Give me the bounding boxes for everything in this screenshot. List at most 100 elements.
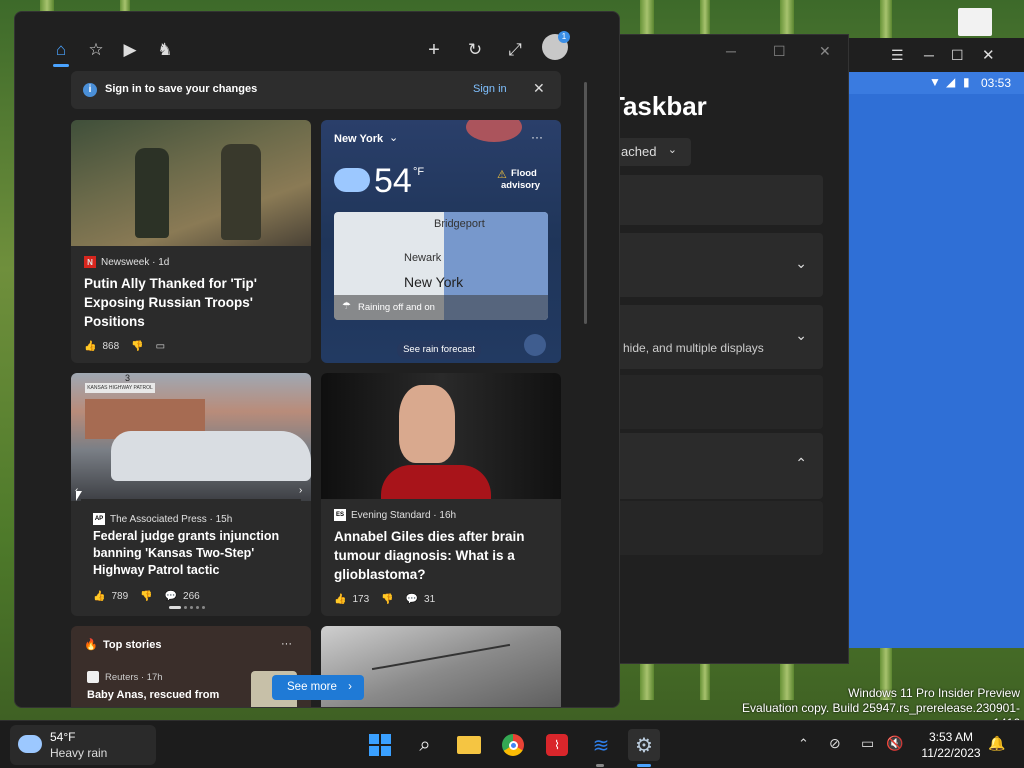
source-label: Reuters · 17h bbox=[105, 672, 163, 683]
newsweek-logo: N bbox=[84, 256, 96, 268]
rain-map[interactable]: Bridgeport Newark New York ☂ Raining off… bbox=[334, 212, 548, 320]
chess-icon[interactable]: ♞ bbox=[151, 36, 179, 64]
refresh-icon[interactable]: ↻ bbox=[461, 36, 489, 64]
more-icon[interactable]: ··· bbox=[531, 130, 543, 144]
add-icon[interactable]: + bbox=[420, 36, 448, 64]
weather-location[interactable]: New York bbox=[334, 133, 383, 145]
carousel-dot[interactable] bbox=[190, 606, 193, 609]
chevron-down-icon: ⌄ bbox=[389, 132, 399, 144]
alert-line[interactable]: Flood bbox=[511, 168, 537, 179]
dislike-icon[interactable]: 👎 bbox=[131, 341, 143, 352]
home-icon[interactable]: ⌂ bbox=[47, 36, 75, 64]
carousel-dot[interactable] bbox=[184, 606, 187, 609]
weather-card[interactable]: New York ⌄ ··· 54 °F ⚠ Flood advisory Br… bbox=[321, 120, 561, 363]
news-card[interactable]: N Newsweek · 1d Putin Ally Thanked for '… bbox=[71, 120, 311, 363]
like-icon[interactable]: 👍 bbox=[84, 341, 96, 352]
source-label: Newsweek · 1d bbox=[101, 256, 170, 268]
desktop-file-icon[interactable] bbox=[958, 8, 992, 36]
news-headline[interactable]: Annabel Giles dies after brain tumour di… bbox=[334, 527, 550, 584]
search-icon[interactable]: ⌕ bbox=[409, 729, 441, 761]
comment-icon[interactable]: 💬 bbox=[406, 594, 418, 605]
like-count: 173 bbox=[352, 594, 370, 605]
rain-cloud-icon bbox=[18, 735, 42, 753]
settings-gear-icon[interactable]: ⚙ bbox=[628, 729, 660, 761]
like-icon[interactable]: 👍 bbox=[334, 594, 346, 605]
chevron-up-icon[interactable]: ⌃ bbox=[798, 736, 809, 752]
star-icon[interactable]: ☆ bbox=[82, 36, 110, 64]
chevron-down-icon: ⌄ bbox=[795, 327, 807, 343]
chevron-up-icon: ⌃ bbox=[795, 455, 807, 471]
settings-card[interactable] bbox=[601, 501, 823, 555]
watermark-line: Windows 11 Pro Insider Preview bbox=[848, 686, 1020, 700]
image-detail bbox=[371, 643, 511, 671]
carousel-dot[interactable] bbox=[196, 606, 199, 609]
chevron-down-icon: ⌄ bbox=[667, 144, 677, 156]
scrollbar[interactable] bbox=[584, 82, 587, 324]
carousel-dot-active[interactable] bbox=[169, 606, 181, 609]
like-icon[interactable]: 👍 bbox=[93, 591, 105, 602]
maximize-icon[interactable]: ☐ bbox=[951, 47, 964, 64]
news-image bbox=[71, 120, 311, 246]
see-more-button[interactable]: See more › bbox=[272, 675, 364, 700]
maximize-icon[interactable]: ☐ bbox=[773, 43, 786, 60]
carousel-next-icon[interactable]: › bbox=[299, 485, 302, 496]
running-indicator bbox=[596, 764, 604, 767]
news-headline[interactable]: Federal judge grants injunction banning … bbox=[93, 528, 293, 579]
settings-card[interactable]: ⌃ bbox=[601, 433, 823, 499]
clock-time: 3:53 AM bbox=[928, 730, 974, 744]
evening-standard-logo: ES bbox=[334, 509, 346, 521]
rain-forecast-button[interactable]: See rain forecast bbox=[397, 341, 481, 359]
info-icon: i bbox=[83, 83, 97, 97]
notification-bell-icon[interactable]: 🔔 bbox=[988, 735, 1005, 752]
alert-line[interactable]: advisory bbox=[501, 180, 540, 191]
carousel-dots[interactable] bbox=[169, 606, 205, 609]
signal-icon: ◢ bbox=[946, 75, 956, 89]
news-source: AP The Associated Press · 15h bbox=[93, 513, 232, 525]
minimize-icon[interactable]: ─ bbox=[726, 43, 736, 59]
comments-off-icon[interactable]: ▭ bbox=[156, 341, 165, 352]
dislike-icon[interactable]: 👎 bbox=[140, 591, 152, 602]
play-icon[interactable]: ▶ bbox=[116, 36, 144, 64]
file-explorer-icon[interactable] bbox=[453, 729, 485, 761]
minimize-icon[interactable]: ─ bbox=[924, 47, 934, 63]
network-off-icon[interactable]: ⊘ bbox=[829, 735, 841, 752]
portrait-face bbox=[399, 385, 455, 463]
volume-muted-icon[interactable]: 🔇 bbox=[886, 735, 903, 752]
menu-icon[interactable]: ☰ bbox=[891, 47, 904, 64]
chrome-icon[interactable] bbox=[497, 729, 529, 761]
multi-display-card[interactable]: hide, and multiple displays ⌄ bbox=[601, 305, 823, 369]
edge-app-icon[interactable]: ≋ bbox=[585, 729, 617, 761]
news-carousel-card[interactable]: KANSAS HIGHWAY PATROL 3 ‹ › AP The Assoc… bbox=[71, 373, 311, 616]
more-icon[interactable]: ··· bbox=[281, 638, 292, 650]
weather-widget-button[interactable]: 54°F Heavy rain bbox=[10, 725, 156, 765]
settings-card[interactable] bbox=[601, 375, 823, 429]
close-icon[interactable]: ✕ bbox=[533, 80, 545, 97]
like-count: 868 bbox=[102, 341, 120, 352]
start-button[interactable] bbox=[364, 729, 396, 761]
carousel-dot[interactable] bbox=[202, 606, 205, 609]
signin-link[interactable]: Sign in bbox=[473, 83, 507, 95]
close-icon[interactable]: ✕ bbox=[819, 43, 831, 60]
mouse-pointer bbox=[76, 491, 82, 501]
settings-card[interactable]: ⌄ bbox=[601, 233, 823, 297]
display-icon[interactable]: ▭ bbox=[861, 735, 874, 752]
news-headline[interactable]: Baby Anas, rescued from bbox=[87, 689, 219, 701]
phone-window: ☰ ─ ☐ ✕ ▼ ◢ ▮ 03:53 bbox=[849, 38, 1024, 648]
clock[interactable]: 3:53 AM 11/22/2023 bbox=[918, 729, 984, 761]
close-icon[interactable]: ✕ bbox=[982, 46, 995, 64]
news-card[interactable]: ES Evening Standard · 16h Annabel Giles … bbox=[321, 373, 561, 616]
avatar[interactable]: 1 bbox=[542, 31, 570, 60]
dislike-icon[interactable]: 👎 bbox=[381, 594, 393, 605]
news-headline[interactable]: Putin Ally Thanked for 'Tip' Exposing Ru… bbox=[84, 274, 294, 331]
expand-icon[interactable]: ⤢ bbox=[501, 36, 529, 64]
comment-icon[interactable]: 💬 bbox=[165, 591, 177, 602]
news-image: KANSAS HIGHWAY PATROL 3 bbox=[71, 373, 311, 501]
news-source: ES Evening Standard · 16h bbox=[334, 509, 456, 521]
acrobat-icon[interactable]: ⌇ bbox=[541, 729, 573, 761]
sign: KANSAS HIGHWAY PATROL bbox=[85, 383, 155, 393]
settings-card[interactable] bbox=[601, 175, 823, 225]
map-label: Bridgeport bbox=[434, 218, 485, 230]
windows-logo-icon bbox=[369, 734, 391, 756]
weather-feedback-icon[interactable] bbox=[524, 334, 546, 356]
behavior-dropdown[interactable]: ached ⌄ bbox=[609, 138, 691, 166]
